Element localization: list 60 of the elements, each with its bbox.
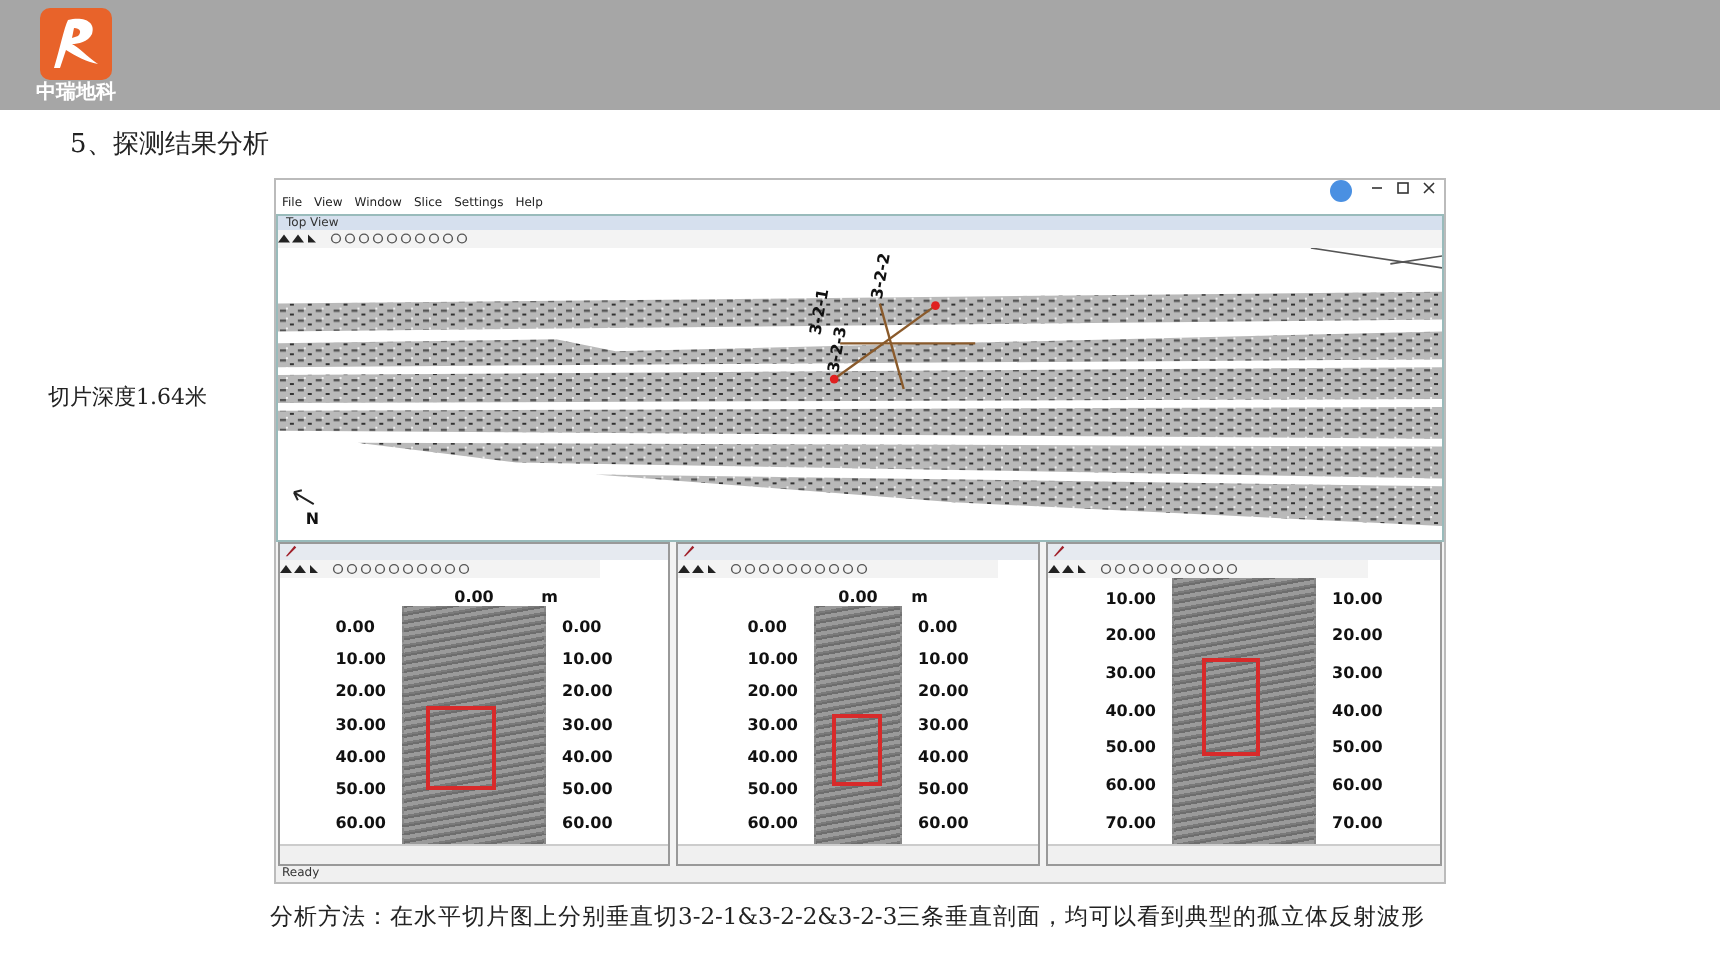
depth-tick-label: 60.00 (1332, 775, 1383, 794)
slice-depth-label: 切片深度1.64米 (48, 384, 207, 410)
depth-tick-label: 20.00 (918, 682, 969, 701)
logo-text: 中瑞地科 (36, 81, 116, 103)
depth-tick-label: 40.00 (335, 747, 386, 766)
depth-tick-label: 20.00 (1332, 626, 1383, 645)
depth-tick-label: 30.00 (562, 715, 613, 734)
axis-label: 0.00 (454, 587, 494, 606)
depth-tick-label: 50.00 (1332, 738, 1383, 757)
depth-tick-label: 30.00 (1105, 663, 1156, 682)
depth-tick-label: 10.00 (1105, 589, 1156, 608)
unit-label: m (541, 587, 558, 606)
depth-tick-label: 60.00 (918, 813, 969, 832)
target-box (1202, 657, 1261, 756)
depth-tick-label: 70.00 (1332, 813, 1383, 832)
depth-tick-label: 40.00 (918, 747, 969, 766)
slide-title: 5、探测结果分析 (68, 128, 271, 164)
unit-label: m (911, 587, 928, 606)
depth-tick-label: 50.00 (747, 780, 798, 799)
depth-tick-label: 0.00 (918, 617, 960, 636)
depth-tick-label: 0.00 (562, 617, 604, 636)
depth-tick-label: 60.00 (562, 813, 613, 832)
target-box (425, 705, 495, 791)
depth-tick-label: 60.00 (747, 813, 798, 832)
depth-tick-label: 10.00 (562, 649, 613, 668)
depth-tick-label: 30.00 (1332, 663, 1383, 682)
depth-tick-label: 40.00 (1105, 701, 1156, 720)
depth-tick-label: 10.00 (335, 649, 386, 668)
depth-tick-label: 50.00 (335, 780, 386, 799)
depth-tick-label: 0.00 (335, 617, 377, 636)
depth-tick-label: 40.00 (1332, 701, 1383, 720)
depth-tick-label: 30.00 (335, 715, 386, 734)
depth-tick-label: 70.00 (1105, 813, 1156, 832)
depth-tick-label: 30.00 (747, 715, 798, 734)
depth-tick-label: 10.00 (747, 649, 798, 668)
depth-tick-label: 50.00 (562, 780, 613, 799)
depth-tick-label: 10.00 (918, 649, 969, 668)
pen-icon (284, 544, 298, 559)
depth-tick-label: 30.00 (918, 715, 969, 734)
depth-tick-label: 40.00 (562, 747, 613, 766)
depth-tick-label: 50.00 (1105, 738, 1156, 757)
target-box (832, 714, 882, 787)
logo-icon (40, 7, 112, 79)
axis-label: 0.00 (838, 587, 878, 606)
depth-tick-label: 40.00 (747, 747, 798, 766)
depth-tick-label: 20.00 (335, 682, 386, 701)
pen-icon (1052, 544, 1066, 559)
pen-icon (682, 544, 696, 559)
north-arrow-icon (292, 488, 315, 505)
depth-tick-label: 20.00 (747, 682, 798, 701)
cursor-dot-icon (1330, 180, 1352, 202)
depth-tick-label: 20.00 (1105, 626, 1156, 645)
depth-tick-label: 10.00 (1332, 589, 1383, 608)
depth-tick-label: 60.00 (335, 813, 386, 832)
caption-text: 分析方法：在水平切片图上分别垂直切3-2-1&3-2-2&3-2-3三条垂直剖面，均可以看到典型的孤立体反射波形 (268, 900, 1428, 932)
north-label: N (305, 509, 320, 528)
depth-tick-label: 20.00 (562, 682, 613, 701)
depth-tick-label: 0.00 (747, 617, 789, 636)
depth-tick-label: 50.00 (918, 780, 969, 799)
depth-tick-label: 60.00 (1105, 775, 1156, 794)
